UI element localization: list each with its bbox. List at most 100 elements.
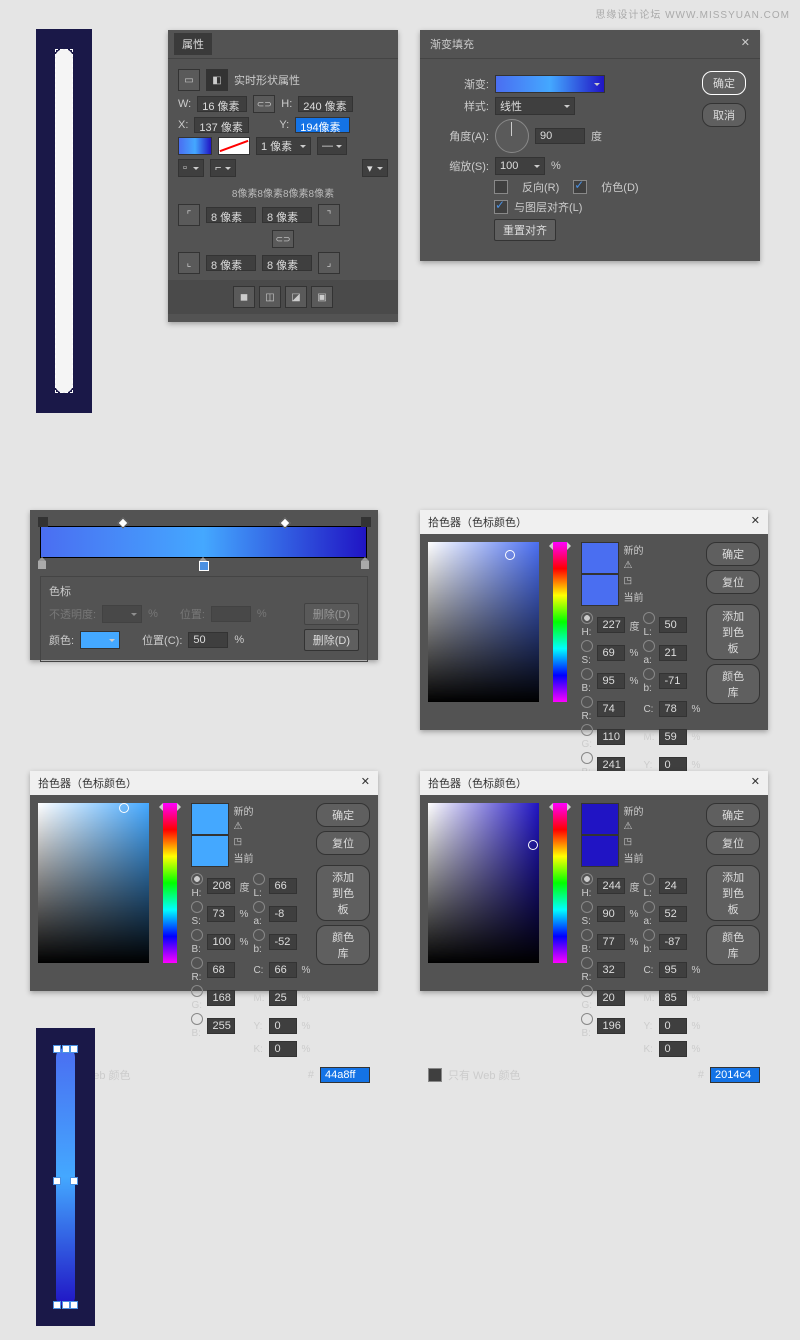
angle-unit: 度	[591, 128, 602, 144]
reverse-checkbox[interactable]	[494, 180, 508, 194]
h-input[interactable]: 208	[207, 878, 235, 894]
cp-ok-button[interactable]: 确定	[706, 542, 760, 566]
cube-icon[interactable]: ◳	[623, 575, 643, 586]
cp-ok-button[interactable]: 确定	[706, 803, 760, 827]
saturation-field[interactable]	[428, 803, 539, 963]
panel-header: 实时形状属性	[234, 72, 300, 88]
stop-3[interactable]	[361, 559, 369, 569]
properties-tab[interactable]: 属性	[174, 33, 212, 55]
cp-ok-button[interactable]: 确定	[316, 803, 370, 827]
cp-add-button[interactable]: 添加到色板	[706, 604, 760, 660]
pathop-1[interactable]: ◼	[233, 286, 255, 308]
current-color-swatch	[581, 574, 619, 606]
hue-slider[interactable]	[553, 542, 567, 702]
h-radio[interactable]	[581, 612, 593, 624]
height-input[interactable]: 240 像素	[298, 96, 353, 112]
delete2-button[interactable]: 删除(D)	[304, 629, 359, 651]
align-dropdown[interactable]: ▾	[362, 159, 388, 177]
corner-bl-input[interactable]: 8 像素	[206, 255, 256, 271]
stop-2[interactable]	[199, 559, 207, 569]
gradient-dropdown[interactable]	[495, 75, 605, 93]
link-wh-icon[interactable]: ⊂⊃	[253, 95, 275, 113]
h-radio[interactable]	[191, 873, 203, 885]
x-input[interactable]: 137 像素	[194, 117, 249, 133]
midpoint-2[interactable]	[279, 517, 290, 528]
close-icon[interactable]: ✕	[751, 514, 760, 530]
dialog-title: 渐变填充	[430, 36, 474, 52]
hex-input[interactable]: 2014c4	[710, 1067, 760, 1083]
dither-checkbox[interactable]	[573, 180, 587, 194]
gradient-strip[interactable]	[40, 526, 367, 558]
close-icon[interactable]: ✕	[361, 775, 370, 791]
saturation-field[interactable]	[428, 542, 539, 702]
scale-dropdown[interactable]: 100	[495, 157, 545, 175]
corner-bl-icon: ⌞	[178, 252, 200, 274]
stop-1[interactable]	[38, 559, 46, 569]
align-checkbox[interactable]	[494, 200, 508, 214]
corner-tl-input[interactable]: 8 像素	[206, 207, 256, 223]
warning-icon[interactable]: ⚠	[233, 821, 253, 832]
link-corners-icon[interactable]: ⊂⊃	[272, 230, 294, 248]
pathop-2[interactable]: ◫	[259, 286, 281, 308]
stop-color-swatch[interactable]	[80, 631, 120, 649]
cp-reset-button[interactable]: 复位	[706, 831, 760, 855]
shape-preview-white	[36, 29, 92, 413]
angle-dial[interactable]	[495, 119, 529, 153]
cube-icon[interactable]: ◳	[233, 836, 253, 847]
angle-input[interactable]: 90	[535, 128, 585, 144]
corner-summary: 8像素8像素8像素8像素	[178, 185, 388, 200]
hue-slider[interactable]	[553, 803, 567, 963]
cp-lib-button[interactable]: 颜色库	[706, 925, 760, 965]
fill-swatch[interactable]	[178, 137, 212, 155]
hue-slider[interactable]	[163, 803, 177, 963]
new-color-swatch	[581, 542, 619, 574]
corner-tr-icon: ⌝	[318, 204, 340, 226]
pos2-input[interactable]: 50	[188, 632, 228, 648]
properties-panel: 属性 ▭ ◧ 实时形状属性 W: 16 像素 ⊂⊃ H: 240 像素 X: 1…	[168, 30, 398, 322]
pos1-label: 位置:	[180, 606, 205, 622]
stroke-swatch[interactable]	[218, 137, 250, 155]
scale-unit: %	[551, 160, 561, 172]
h-input[interactable]: 227	[597, 617, 625, 633]
warning-icon[interactable]: ⚠	[623, 821, 643, 832]
cp-reset-button[interactable]: 复位	[316, 831, 370, 855]
cap-dropdown[interactable]: ▫	[178, 159, 204, 177]
h-input[interactable]: 244	[597, 878, 625, 894]
ok-button[interactable]: 确定	[702, 71, 746, 95]
cp-add-button[interactable]: 添加到色板	[706, 865, 760, 921]
corner-tr-input[interactable]: 8 像素	[262, 207, 312, 223]
reverse-label: 反向(R)	[522, 179, 559, 195]
mask-icon: ◧	[206, 69, 228, 91]
stroke-width-dropdown[interactable]: 1 像素	[256, 137, 311, 155]
close-icon[interactable]: ✕	[741, 36, 750, 52]
cp-title: 拾色器（色标颜色）	[428, 514, 527, 530]
color-picker-1: 拾色器（色标颜色）✕ 新的 ⚠ ◳ 当前 H:227度 L:50	[420, 510, 768, 730]
warning-icon[interactable]: ⚠	[623, 560, 643, 571]
cube-icon[interactable]: ◳	[623, 836, 643, 847]
stroke-style-dropdown[interactable]: —	[317, 137, 347, 155]
width-input[interactable]: 16 像素	[197, 96, 247, 112]
delete1-button: 删除(D)	[304, 603, 359, 625]
reset-align-button[interactable]: 重置对齐	[494, 219, 556, 241]
cp-lib-button[interactable]: 颜色库	[706, 664, 760, 704]
opacity-label: 不透明度:	[49, 606, 96, 622]
cp-lib-button[interactable]: 颜色库	[316, 925, 370, 965]
cp-reset-button[interactable]: 复位	[706, 570, 760, 594]
current-color-swatch	[581, 835, 619, 867]
h-radio[interactable]	[581, 873, 593, 885]
midpoint-1[interactable]	[117, 517, 128, 528]
join-dropdown[interactable]: ⌐	[210, 159, 236, 177]
pathop-3[interactable]: ◪	[285, 286, 307, 308]
close-icon[interactable]: ✕	[751, 775, 760, 791]
hex-input[interactable]: 44a8ff	[320, 1067, 370, 1083]
style-dropdown[interactable]: 线性	[495, 97, 575, 115]
pathop-4[interactable]: ▣	[311, 286, 333, 308]
cp-add-button[interactable]: 添加到色板	[316, 865, 370, 921]
corner-br-icon: ⌟	[318, 252, 340, 274]
h-label: H:	[281, 98, 292, 110]
saturation-field[interactable]	[38, 803, 149, 963]
corner-br-input[interactable]: 8 像素	[262, 255, 312, 271]
web-only-checkbox[interactable]	[428, 1068, 442, 1082]
cancel-button[interactable]: 取消	[702, 103, 746, 127]
y-input[interactable]: 194像素	[295, 117, 350, 133]
